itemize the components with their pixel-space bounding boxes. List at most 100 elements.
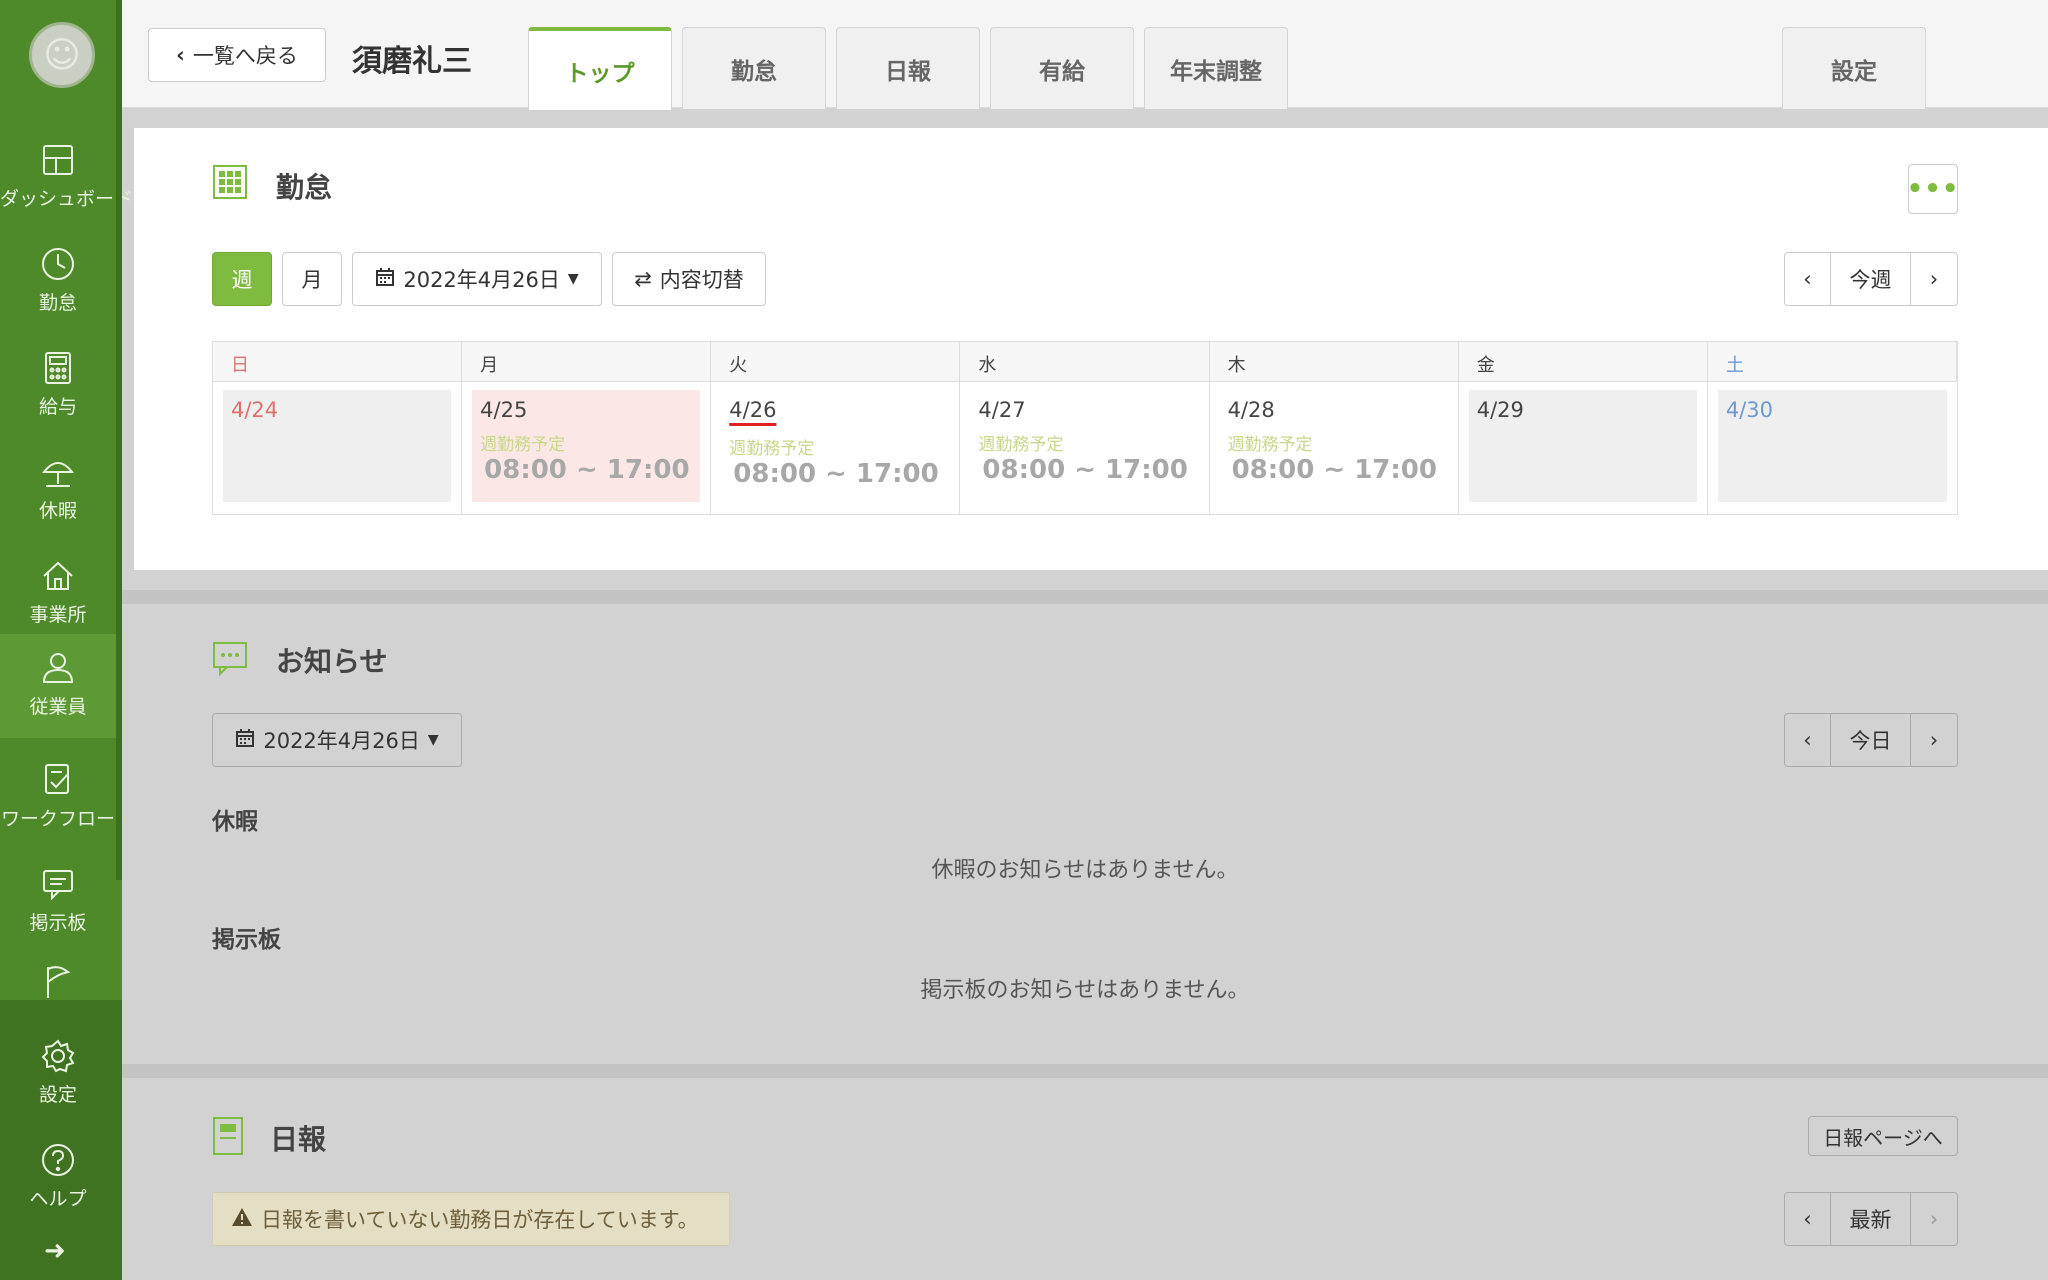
sidebar-item-leave[interactable]: 休暇 [0,438,116,542]
notices-title: お知らせ [276,645,388,678]
day-cell[interactable]: 4/24 [213,382,463,514]
tab-paid-leave[interactable]: 有給 [990,27,1134,109]
sidebar-item-workflow[interactable]: ワークフロー [0,746,116,850]
caret-down-icon: ▼ [427,732,439,748]
dashboard-icon [38,140,78,180]
chevron-left-icon: ‹ [176,43,185,67]
day-date: 4/25 [480,398,528,422]
day-date: 4/24 [231,398,279,422]
weekday-header: 木 [1209,342,1459,382]
next-day-button[interactable]: › [1911,714,1957,766]
next-report-button[interactable]: › [1911,1193,1957,1245]
sidebar-item-label: 掲示板 [29,912,87,934]
weekday-header: 月 [462,342,712,382]
day-cell[interactable]: 4/26 週勤務予定 08:00 ~ 17:00 [711,382,961,514]
date-picker-button[interactable]: 2022年4月26日 ▼ [352,252,602,306]
tab-attendance[interactable]: 勤怠 [682,27,826,109]
day-cell[interactable]: 4/29 [1459,382,1708,514]
this-week-button[interactable]: 今週 [1831,253,1911,305]
attendance-section: 勤怠 ••• 週 月 2022年4月26日 ▼ ⇄ 内容切替 ‹ 今週 › 日 … [134,128,2048,570]
sidebar-item-payroll[interactable]: 給与 [0,334,116,438]
day-cell[interactable]: 4/30 [1708,382,1957,514]
sidebar-item-dashboard[interactable]: ダッシュボード [0,126,133,230]
sidebar-item-board[interactable]: 掲示板 [0,850,116,954]
sidebar-item-label: 事業所 [29,604,87,626]
checklist-icon [38,760,78,800]
schedule-time: 08:00 ~ 17:00 [484,455,690,485]
message-icon [38,864,78,904]
week-view-button[interactable]: 週 [212,252,272,306]
schedule-label: 週勤務予定 [978,435,1064,455]
sidebar-item-label: 休暇 [38,500,77,522]
date-picker-label: 2022年4月26日 [403,268,560,292]
tab-top[interactable]: トップ [528,27,672,110]
weekday-header: 土 [1707,342,1957,382]
sidebar-item-label: ヘルプ [29,1188,87,1210]
warning-text: 日報を書いていない勤務日が存在しています。 [261,1208,699,1232]
prev-report-button[interactable]: ‹ [1785,1193,1831,1245]
avatar[interactable]: ☺ [29,22,95,88]
weekday-header: 日 [213,342,463,382]
back-label: 一覧へ戻る [192,44,298,68]
gear-icon [38,1036,78,1076]
umbrella-icon [38,452,78,492]
grid-icon [213,165,247,199]
month-view-button[interactable]: 月 [282,252,342,306]
day-cell[interactable]: 4/25 週勤務予定 08:00 ~ 17:00 [462,382,712,514]
weekday-header: 火 [711,342,961,382]
notices-section: お知らせ 2022年4月26日 ▼ ‹ 今日 › 休暇 休暇のお知らせはありませ… [122,606,2048,1062]
employee-name: 須磨礼三 [352,44,472,79]
person-icon [38,648,78,688]
schedule-time: 08:00 ~ 17:00 [733,459,939,489]
section-divider [122,590,2048,604]
toggle-content-label: 内容切替 [659,268,744,292]
notice-date-picker-button[interactable]: 2022年4月26日 ▼ [212,713,462,767]
more-icon: ••• [1906,174,1960,204]
date-picker-label: 2022年4月26日 [263,729,420,753]
collapse-arrow-icon[interactable]: ➜ [44,1236,66,1266]
day-cell[interactable]: 4/27 週勤務予定 08:00 ~ 17:00 [960,382,1210,514]
more-options-button[interactable]: ••• [1906,164,1960,214]
tab-settings[interactable]: 設定 [1782,27,1926,109]
sidebar-item-label: ダッシュボード [0,188,134,210]
home-icon [38,556,78,596]
sidebar-item-employees[interactable]: 従業員 [0,634,116,738]
sidebar: ☺ ダッシュボード 勤怠 給与 休暇 事業所 従業員 ワークフロー 掲示板 設定… [0,0,133,1280]
prev-day-button[interactable]: ‹ [1785,714,1831,766]
day-date: 4/30 [1725,398,1774,422]
daily-report-page-button[interactable]: 日報ページへ [1808,1116,1958,1156]
schedule-label: 週勤務予定 [480,435,566,455]
section-divider [122,1064,2048,1078]
smiley-icon: ☺ [43,34,81,76]
swap-icon: ⇄ [634,267,652,291]
prev-week-button[interactable]: ‹ [1785,253,1831,305]
week-calendar: 日 月 火 水 木 金 土 4/24 4/25 週勤務予定 08:00 ~ 17… [212,341,1958,515]
today-button[interactable]: 今日 [1831,714,1911,766]
board-heading: 掲示板 [212,927,281,953]
schedule-label: 週勤務予定 [1227,435,1313,455]
sidebar-item-office[interactable]: 事業所 [0,542,116,646]
board-empty-message: 掲示板のお知らせはありません。 [920,978,1250,1003]
day-date: 4/29 [1476,398,1524,422]
attendance-title: 勤怠 [276,171,333,204]
sidebar-item-flag[interactable] [0,954,116,1000]
next-week-button[interactable]: › [1911,253,1957,305]
latest-button[interactable]: 最新 [1831,1193,1911,1245]
flag-icon [38,962,78,1000]
leave-heading: 休暇 [212,809,258,835]
calendar-icon [235,728,255,753]
sidebar-item-settings[interactable]: 設定 [0,1022,116,1126]
back-to-list-button[interactable]: ‹ 一覧へ戻る [148,28,326,82]
report-nav: ‹ 最新 › [1784,1192,1958,1246]
day-cell[interactable]: 4/28 週勤務予定 08:00 ~ 17:00 [1210,382,1459,514]
sidebar-item-label: 勤怠 [38,292,77,314]
top-header: ‹ 一覧へ戻る 須磨礼三 トップ 勤怠 日報 有給 年末調整 設定 [122,0,2048,110]
document-icon [213,1117,243,1155]
sidebar-item-attendance[interactable]: 勤怠 [0,230,116,334]
tab-daily-report[interactable]: 日報 [836,27,980,109]
toggle-content-button[interactable]: ⇄ 内容切替 [612,252,766,306]
tab-year-end[interactable]: 年末調整 [1144,27,1288,109]
day-date: 4/28 [1227,398,1275,422]
sidebar-item-help[interactable]: ヘルプ [0,1126,116,1230]
clock-icon [38,244,78,284]
